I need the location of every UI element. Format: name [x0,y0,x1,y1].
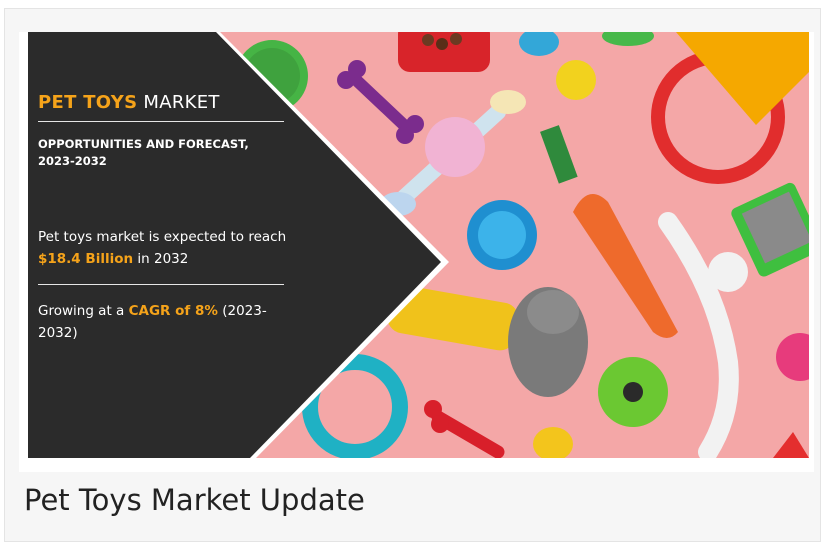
article-title[interactable]: Pet Toys Market Update [24,483,365,517]
reach-prefix: Pet toys market is expected to reach [38,229,287,245]
banner-title-highlight: PET TOYS [38,92,138,113]
banner-title-rest: MARKET [137,92,220,113]
banner-image[interactable]: PET TOYS MARKET OPPORTUNITIES AND FORECA… [28,32,809,458]
banner-title: PET TOYS MARKET [38,92,220,113]
yellow-ball-icon [556,60,596,100]
reach-value: $18.4 Billion [38,251,134,267]
divider [38,284,284,285]
divider [38,121,284,122]
growth-prefix: Growing at a [38,303,129,319]
growth-text: Growing at a CAGR of 8% (2023-2032) [38,300,288,344]
banner-subtitle: OPPORTUNITIES AND FORECAST, 2023-2032 [38,137,249,168]
growth-value: CAGR of 8% [128,303,218,319]
food-bowl-icon [398,32,490,72]
reach-suffix: in 2032 [133,251,189,267]
market-size-text: Pet toys market is expected to reach $18.… [38,226,298,270]
